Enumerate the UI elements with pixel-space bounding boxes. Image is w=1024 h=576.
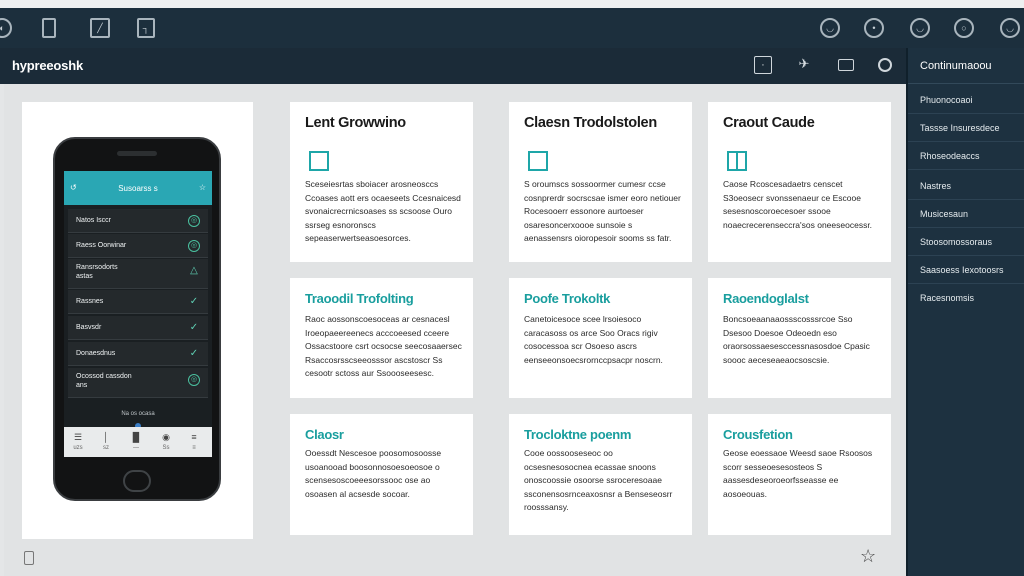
card-claesn-trodolstolen[interactable]: Claesn Trodolstolen S oroumscs sossoorme… (509, 102, 692, 262)
tab-label: sz (103, 445, 109, 451)
sidebar-item[interactable]: Musicesaun (908, 200, 1024, 228)
card-traoodil-trofolting[interactable]: Traoodil Trofolting Raoc aossonscoesocea… (290, 278, 473, 398)
bookmark-icon[interactable]: ┐ (137, 18, 155, 38)
card-title: Craout Caude (723, 115, 815, 131)
card-body: Cooe oossooseseoc oo ocsesnesosocnea eca… (524, 448, 673, 512)
card-title: Lent Growwino (305, 115, 406, 131)
sidebar-item[interactable]: Saasoess Iexotoosrs (908, 256, 1024, 284)
card-trocloktne-poenm[interactable]: Trocloktne poenm Cooe oossooseseoc oo oc… (509, 414, 692, 535)
image-icon[interactable]: ╱ (90, 18, 110, 38)
account-icon[interactable]: ○ (954, 18, 974, 38)
phone-speaker (117, 151, 157, 156)
brand-title: hypreeoshk (12, 58, 83, 73)
list-item[interactable]: Natos Isccr ◎ (68, 209, 208, 233)
square-icon (309, 151, 329, 171)
document-icon[interactable] (24, 551, 34, 565)
favorite-icon[interactable]: ☆ (199, 183, 206, 192)
card-crousfetion[interactable]: Crousfetion Geose eoessaoe Weesd saoe Rs… (708, 414, 891, 535)
phone-mockup: ↺ Susoarss s ☆ Natos Isccr ◎ Raess Oorwi… (53, 137, 221, 501)
phone-screen: ↺ Susoarss s ☆ Natos Isccr ◎ Raess Oorwi… (64, 171, 212, 457)
target-icon: ◎ (188, 215, 200, 227)
card-icon[interactable] (838, 59, 854, 71)
card-body: S oroumscs sossoormer cumesr ccse cosnpr… (524, 179, 681, 243)
list-item[interactable]: Ocossod cassdon ans ◎ (68, 368, 208, 398)
card-body: Boncsoeaanaaossscosssrcoe Sso Dsesoo Doe… (723, 314, 870, 365)
toggle-icon[interactable]: ◐ (0, 18, 12, 38)
list-item[interactable]: Basvsdr ✓ (68, 316, 208, 340)
tab-label: — (133, 445, 139, 451)
star-icon[interactable]: ☆ (860, 546, 876, 567)
bar-icon[interactable]: │ (96, 432, 116, 442)
circle-icon[interactable] (878, 58, 892, 72)
triangle-icon: △ (190, 265, 198, 276)
phone-hint-text: Na os ocasa (121, 411, 155, 417)
card-body: Raoc aossonscoesoceas ar cesnacesl Iroeo… (305, 314, 462, 378)
window-top-edge (0, 0, 1024, 8)
card-poofe-trokoltk[interactable]: Poofe Trokoltk Canetoicesoce scee lrsoie… (509, 278, 692, 398)
list-item[interactable]: Ransrsodorts astas △ (68, 259, 208, 289)
settings-icon[interactable]: • (864, 18, 884, 38)
card-title: Claesn Trodolstolen (524, 115, 657, 131)
card-title: Crousfetion (723, 427, 793, 442)
sidebar-item[interactable]: Racesnomsis (908, 284, 1024, 312)
sidebar-item[interactable]: Phuonocoaoi (908, 86, 1024, 114)
right-sidebar: Continumaoou Phuonocoaoi Tassse Insuresd… (906, 48, 1024, 576)
list-item[interactable]: Raess Oorwinar ◎ (68, 234, 208, 258)
card-lent-growwino[interactable]: Lent Growwino Sceseiesrtas sboiacer aros… (290, 102, 473, 262)
list-item[interactable]: Donaesdnus ✓ (68, 342, 208, 366)
app-header-title: Susoarss s (118, 184, 158, 193)
notification-icon[interactable]: ◡ (910, 18, 930, 38)
check-icon: ✓ (189, 296, 199, 307)
sidebar-item[interactable]: Rhoseodeaccs (908, 142, 1024, 170)
card-title: Raoendoglalst (723, 291, 809, 306)
card-title: Trocloktne poenm (524, 427, 632, 442)
tablet-icon[interactable] (42, 18, 56, 38)
message-icon[interactable]: · (754, 56, 772, 74)
card-raoendoglalst[interactable]: Raoendoglalst Boncsoeaanaaossscosssrcoe … (708, 278, 891, 398)
phone-tab-bar: ☰ │ █ ◉ ≡ uzs sz — Ss ≡ (64, 427, 212, 457)
target-icon: ◎ (188, 240, 200, 252)
tab-label: uzs (73, 445, 83, 451)
phone-home-button (123, 470, 151, 492)
signal-icon: ◎ (188, 374, 200, 386)
sidebar-item[interactable]: Stoosomossoraus (908, 228, 1024, 256)
menu-icon[interactable]: ☰ (68, 432, 88, 443)
sidebar-title: Continumaoou (908, 48, 1024, 84)
card-body: Geose eoessaoe Weesd saoe Rsoosos scorr … (723, 448, 873, 499)
card-body: Sceseiesrtas sboiacer arosneosccs Ccoase… (305, 179, 461, 243)
card-title: Poofe Trokoltk (524, 291, 611, 306)
share-icon[interactable]: ✈ (795, 56, 813, 74)
top-toolbar: ◐ ╱ ┐ ◡ • ◡ ○ ◡ (0, 8, 1024, 48)
user-icon[interactable]: ◡ (1000, 18, 1020, 38)
navbar: hypreeoshk · ✈ (0, 48, 906, 84)
check-icon: ✓ (189, 348, 199, 359)
app-header: ↺ Susoarss s ☆ (64, 171, 212, 205)
check-icon: ✓ (189, 322, 199, 333)
tab-label: ≡ (192, 445, 196, 451)
split-panel-icon (727, 151, 747, 171)
block-icon[interactable]: █ (126, 432, 146, 442)
sidebar-item[interactable]: Nastres (908, 172, 1024, 200)
clipboard-icon (528, 151, 548, 171)
record-icon[interactable]: ◉ (156, 432, 176, 443)
list-item[interactable]: Rassnes ✓ (68, 290, 208, 314)
card-body: Ooessdt Nescesoe poosomosoosse usoanooad… (305, 448, 442, 499)
tab-label: Ss (162, 445, 170, 451)
card-claosr[interactable]: Claosr Ooessdt Nescesoe poosomosoosse us… (290, 414, 473, 535)
profile-icon[interactable]: ◡ (820, 18, 840, 38)
card-title: Claosr (305, 427, 344, 442)
card-body: Canetoicesoce scee lrsoiesoco caracasoss… (524, 314, 663, 365)
card-body: Caose Rcoscesadaetrs censcet S3oeosecr s… (723, 179, 873, 230)
card-craout-caude[interactable]: Craout Caude Caose Rcoscesadaetrs censce… (708, 102, 891, 262)
sidebar-item[interactable]: Tassse Insuresdece (908, 114, 1024, 142)
list-icon[interactable]: ≡ (184, 432, 204, 442)
card-title: Traoodil Trofolting (305, 291, 414, 306)
